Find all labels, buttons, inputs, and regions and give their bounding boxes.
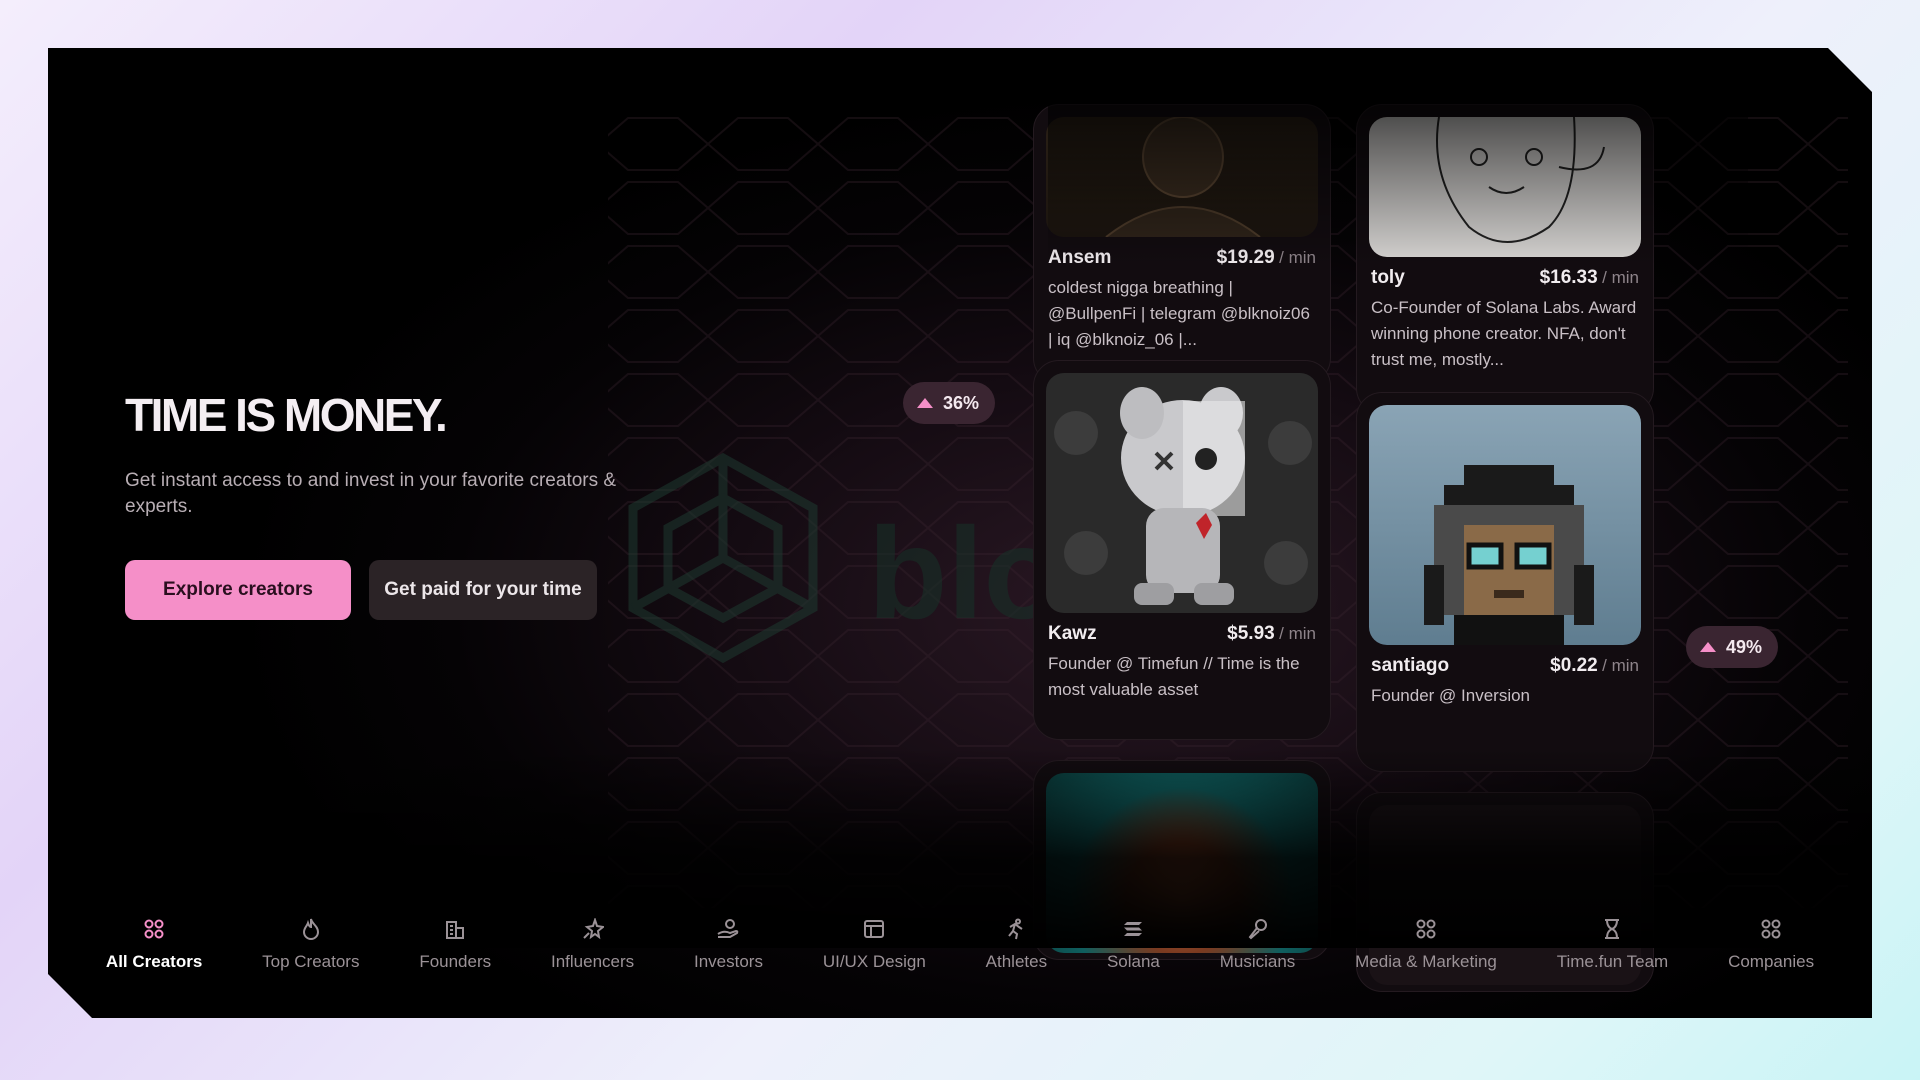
card-header: santiago $0.22 / min [1369,655,1641,677]
building-icon [442,916,468,942]
creator-card-santiago[interactable]: santiago $0.22 / min Founder @ Inversion [1356,392,1654,772]
solana-icon [1120,916,1146,942]
nav-label: Influencers [550,952,635,971]
nav-label: Time.fun Team [1556,952,1669,971]
grid-icon [141,916,167,942]
nav-investors[interactable]: Investors [694,916,763,972]
price-unit: / min [1602,268,1639,287]
creator-card-toly[interactable]: toly $16.33 / min Co-Founder of Solana L… [1356,104,1654,414]
category-nav: All Creators Top Creators Founders Influ… [48,916,1872,1016]
hero-section: TIME IS MONEY. Get instant access to and… [125,388,685,620]
creator-name: Kawz [1048,623,1097,644]
nav-label: UI/UX Design [822,952,926,971]
creator-avatar [1369,405,1641,645]
creator-card-kawz[interactable]: Kawz $5.93 / min Founder @ Timefun // Ti… [1033,360,1331,740]
creator-avatar [1369,117,1641,257]
nav-founders[interactable]: Founders [419,916,491,972]
creator-name: toly [1371,267,1405,288]
nav-timefun-team[interactable]: Time.fun Team [1556,916,1669,972]
creator-bio: Founder @ Inversion [1371,686,1531,705]
badge-value: 36% [943,392,980,413]
nav-label: Investors [694,952,763,971]
creator-price: $5.93 [1227,623,1275,644]
change-badge-up: 36% [903,382,996,424]
nav-label: Solana [1106,952,1160,971]
creator-bio: Co-Founder of Solana Labs. Award winning… [1371,298,1637,369]
microphone-icon [1245,916,1271,942]
creator-avatar [1046,373,1318,613]
nav-solana[interactable]: Solana [1107,916,1160,972]
creator-price: $19.29 [1216,247,1275,268]
creator-avatar [1046,117,1318,237]
layout-icon [861,916,887,942]
nav-influencers[interactable]: Influencers [551,916,634,972]
get-paid-button[interactable]: Get paid for your time [369,560,597,620]
nav-label: All Creators [105,952,203,971]
creator-price: $16.33 [1539,267,1598,288]
runner-icon [1003,916,1029,942]
nav-all-creators[interactable]: All Creators [106,916,202,972]
grid-icon [1758,916,1784,942]
nav-label: Companies [1728,952,1815,971]
nav-athletes[interactable]: Athletes [986,916,1047,972]
nav-label: Founders [419,952,492,971]
nav-label: Top Creators [262,952,360,971]
change-badge-up: 49% [1686,626,1779,668]
sparkle-icon [580,916,606,942]
card-header: Kawz $5.93 / min [1046,623,1318,645]
badge-value: 49% [1726,636,1763,657]
nav-media-marketing[interactable]: Media & Marketing [1355,916,1497,972]
nav-ui-ux-design[interactable]: UI/UX Design [823,916,926,972]
hero-title: TIME IS MONEY. [125,389,448,441]
nav-musicians[interactable]: Musicians [1219,916,1296,972]
creator-card-ansem[interactable]: Ansem $19.29 / min coldest nigga breathi… [1033,104,1331,384]
price-unit: / min [1602,656,1639,675]
nav-label: Media & Marketing [1355,952,1497,971]
explore-creators-button[interactable]: Explore creators [125,560,351,620]
creator-name: santiago [1371,655,1450,676]
hourglass-icon [1599,916,1625,942]
creator-bio: coldest nigga breathing | @BullpenFi | t… [1048,278,1310,349]
grid-icon [1413,916,1439,942]
nav-top-creators[interactable]: Top Creators [262,916,359,972]
creator-bio: Founder @ Timefun // Time is the most va… [1048,654,1300,699]
creator-price: $0.22 [1550,655,1598,676]
arrow-up-icon [917,398,933,408]
flame-icon [298,916,324,942]
app-frame: blockd TIME IS MONEY. Get instant access… [48,48,1872,1018]
arrow-up-icon [1700,642,1716,652]
creator-name: Ansem [1048,247,1112,268]
hero-subtitle: Get instant access to and invest in your… [125,470,617,517]
card-header: Ansem $19.29 / min [1046,247,1318,269]
cta-row: Explore creators Get paid for your time [125,560,685,620]
card-header: toly $16.33 / min [1369,267,1641,289]
price-unit: / min [1279,624,1316,643]
nav-companies[interactable]: Companies [1728,916,1814,972]
hand-coin-icon [715,916,741,942]
price-unit: / min [1279,248,1316,267]
nav-label: Musicians [1219,952,1296,971]
nav-label: Athletes [985,952,1048,971]
